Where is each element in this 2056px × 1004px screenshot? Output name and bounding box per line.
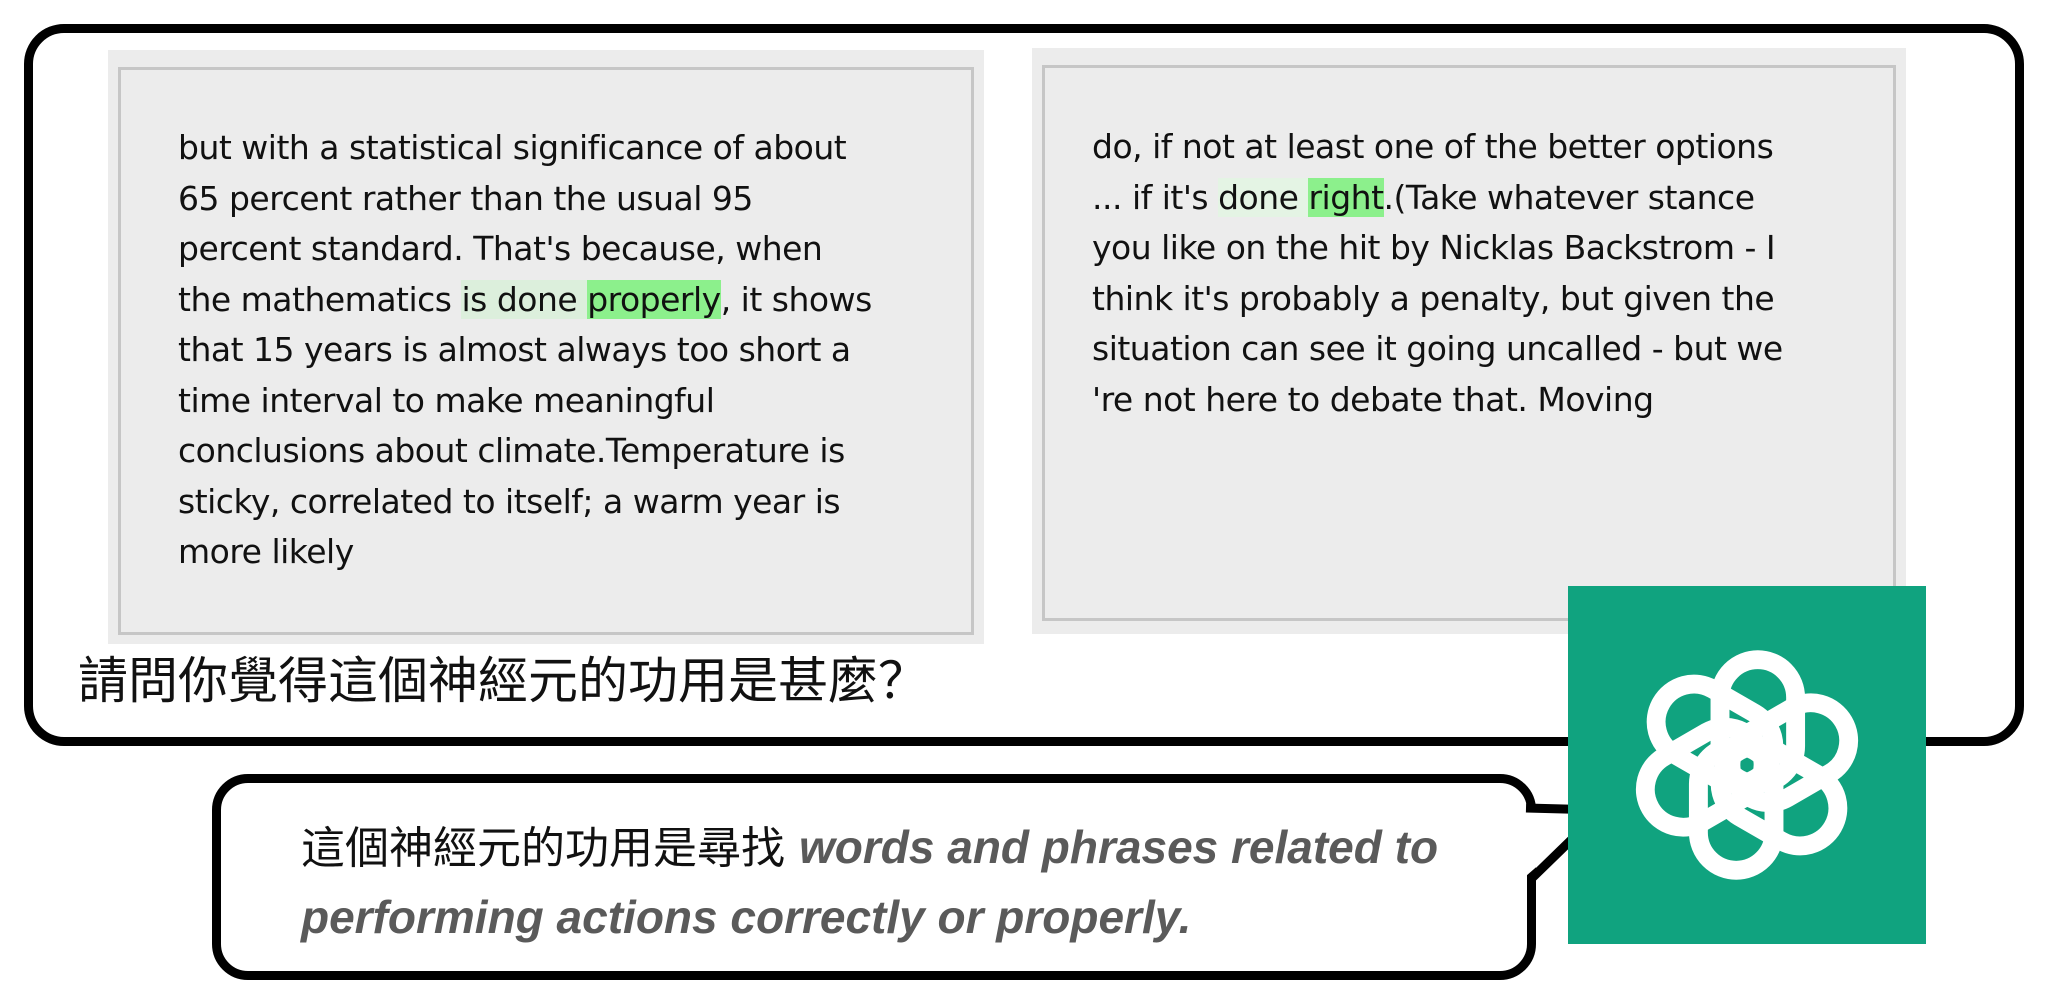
excerpt-line: but with a statistical significance of a… xyxy=(178,128,847,167)
left-excerpt-text: but with a statistical significance of a… xyxy=(178,123,938,578)
excerpt-line: 're not here to debate that. Moving xyxy=(1092,379,1654,419)
excerpt-line: that 15 years is almost always too short… xyxy=(178,330,851,369)
activation-highlight-weak xyxy=(577,279,588,319)
activation-highlight-strong: right xyxy=(1308,177,1384,217)
openai-logo-tile xyxy=(1568,586,1926,944)
excerpt-line: situation can see it going uncalled - bu… xyxy=(1092,329,1783,368)
excerpt-line: sticky, correlated to itself; a warm yea… xyxy=(178,481,841,521)
excerpt-line: conclusions about climate.Temperature is xyxy=(178,431,845,470)
activation-highlight-weak: done xyxy=(1218,177,1309,217)
excerpt-line-segment: , it shows xyxy=(720,279,873,319)
answer-speech-bubble: 這個神經元的功用是尋找 words and phrases related to… xyxy=(212,774,1536,980)
excerpt-line-segment: ... if it's xyxy=(1092,177,1219,217)
excerpt-line: 65 percent rather than the usual 95 xyxy=(178,178,753,218)
answer-text: 這個神經元的功用是尋找 words and phrases related to… xyxy=(301,813,1521,953)
excerpt-line: more likely xyxy=(178,532,354,571)
excerpt-line: time interval to make meaningful xyxy=(178,380,715,420)
question-text: 請問你覺得這個神經元的功用是甚麼？ xyxy=(78,652,928,710)
excerpt-line: ... if it's done right.(Take whatever st… xyxy=(1092,177,1755,217)
excerpt-line-segment: the mathematics xyxy=(178,279,462,319)
openai-logo-icon xyxy=(1635,650,1859,880)
activation-highlight-weak: is xyxy=(461,279,497,319)
excerpt-line-segment: .(Take whatever stance xyxy=(1383,177,1755,217)
excerpt-line: percent standard. That's because, when xyxy=(178,229,823,268)
excerpt-line: do, if not at least one of the better op… xyxy=(1092,127,1774,166)
excerpt-line: the mathematics is done properly, it sho… xyxy=(178,279,873,319)
answer-prefix: 這個神經元的功用是尋找 xyxy=(301,823,785,874)
right-excerpt-panel: do, if not at least one of the better op… xyxy=(1032,48,1906,634)
activation-highlight-strong: properly xyxy=(587,279,721,319)
left-excerpt-panel: but with a statistical significance of a… xyxy=(108,50,984,644)
excerpt-line: think it's probably a penalty, but given… xyxy=(1092,278,1775,318)
right-excerpt-text: do, if not at least one of the better op… xyxy=(1092,122,1872,425)
activation-highlight-weak: done xyxy=(496,279,578,319)
excerpt-line: you like on the hit by Nicklas Backstrom… xyxy=(1092,228,1776,267)
